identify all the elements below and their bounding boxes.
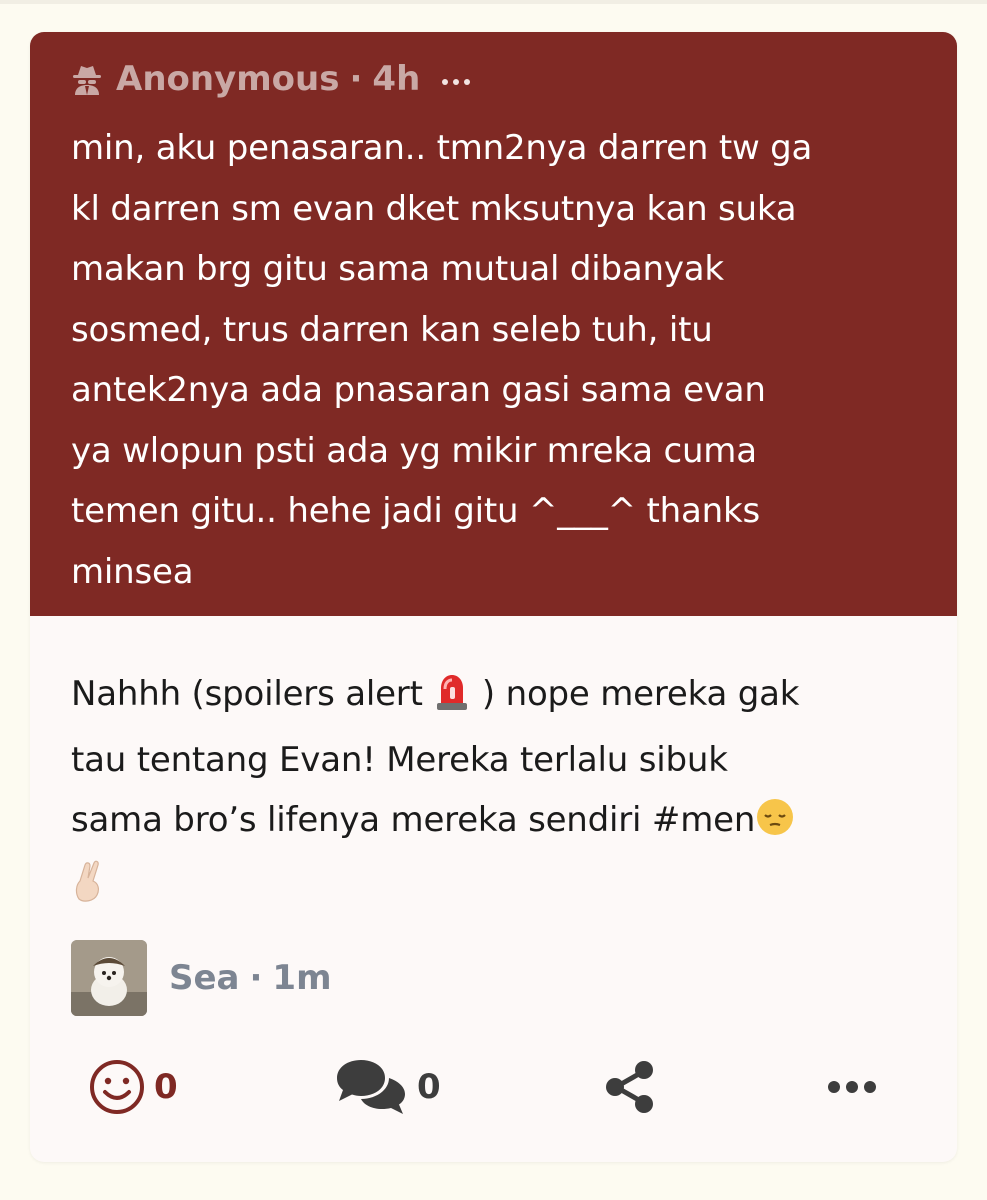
action-bar: 0 0 [30, 1052, 957, 1122]
answer-line2: tau tentang Evan! Mereka terlalu sibuk [71, 740, 728, 780]
comments-button[interactable]: 0 [333, 1052, 441, 1122]
reactions-count: 0 [154, 1067, 178, 1107]
avatar[interactable] [71, 940, 147, 1016]
responder-info: Sea · 1m [169, 958, 332, 998]
ellipsis-icon [828, 1081, 876, 1093]
more-options-button[interactable] [826, 1052, 878, 1122]
share-icon [606, 1061, 653, 1113]
dot [442, 79, 449, 85]
question-text: min, aku penasaran.. tmn2nya darren tw g… [71, 128, 813, 592]
share-button[interactable] [602, 1052, 658, 1122]
separator: · [349, 59, 363, 99]
question-time: 4h [372, 59, 421, 99]
comments-icon [337, 1060, 405, 1114]
dot [453, 79, 460, 85]
top-divider [0, 0, 987, 4]
spy-icon [73, 66, 101, 95]
answer-line1-end: ) nope mereka gak [471, 674, 800, 714]
dot [464, 79, 471, 85]
separator: · [249, 958, 263, 998]
crossed-fingers-icon [71, 859, 105, 922]
relieved-face-icon [755, 796, 795, 856]
question-box: Anonymous · 4h min, aku penasaran.. tmn2… [30, 32, 957, 616]
answer-line3: sama bro’s lifenya mereka sendiri #men [71, 800, 756, 840]
comments-count: 0 [417, 1067, 441, 1107]
siren-icon [433, 670, 471, 730]
answer-text: Nahhh (spoilers alert ) nope mereka gak … [71, 664, 941, 922]
question-more-button[interactable] [442, 79, 471, 85]
responder-meta: Sea · 1m [71, 940, 332, 1016]
responder-time: 1m [272, 958, 332, 998]
answer-line1-start: Nahhh (spoilers alert [71, 674, 434, 714]
smiley-icon [90, 1060, 144, 1114]
responder-name[interactable]: Sea [169, 958, 240, 998]
question-author: Anonymous [116, 59, 340, 99]
question-header: Anonymous · 4h [70, 54, 471, 104]
post-card: Anonymous · 4h min, aku penasaran.. tmn2… [30, 32, 957, 1162]
react-button[interactable]: 0 [88, 1052, 178, 1122]
